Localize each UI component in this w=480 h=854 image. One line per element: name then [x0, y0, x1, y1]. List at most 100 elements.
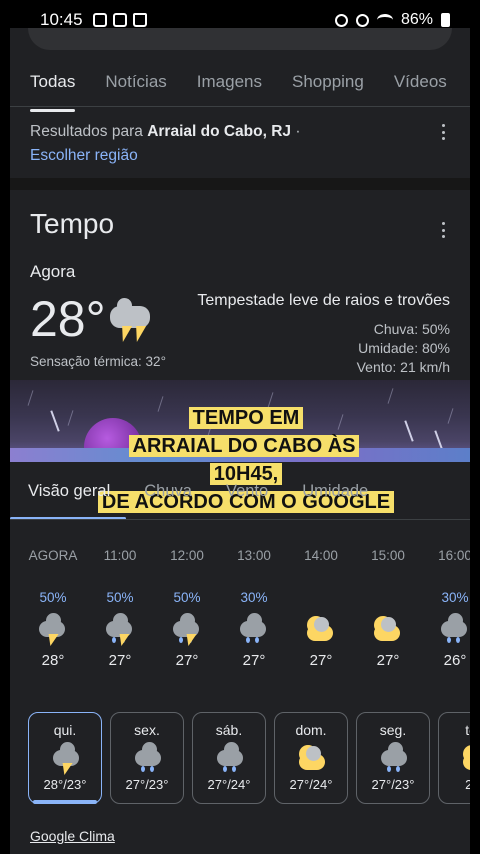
tab-overview[interactable]: Visão geral: [10, 476, 127, 520]
weather-title: Tempo: [30, 208, 115, 239]
search-box[interactable]: [28, 28, 452, 50]
partly-cloudy-icon: [305, 616, 337, 648]
region-suffix: ·: [291, 123, 301, 140]
hour-temp: 27°: [108, 652, 132, 669]
day-label: sex.: [134, 722, 160, 738]
tab-news[interactable]: Notícias: [105, 66, 166, 106]
hour-label: AGORA: [28, 548, 78, 563]
divider: [10, 106, 470, 107]
partly-cloudy-icon: [372, 616, 404, 648]
tab-shopping[interactable]: Shopping: [292, 66, 364, 106]
hourly-item: 12:00 50% 27°: [154, 548, 220, 669]
mute-icon: [355, 13, 369, 27]
precip-chance: 30%: [441, 590, 469, 605]
search-tabs: Todas Notícias Imagens Shopping Vídeos: [10, 66, 470, 112]
day-label: seg.: [379, 722, 407, 738]
weather-more-options-icon[interactable]: [441, 222, 445, 238]
status-time: 10:45: [40, 10, 83, 29]
day-label: sáb.: [215, 722, 243, 738]
day-temps: 27°/24°: [207, 777, 251, 792]
app-notification-icon: [92, 13, 107, 27]
rain-chance: Chuva: 50%: [373, 321, 450, 337]
region-place: Arraial do Cabo, RJ: [147, 123, 292, 140]
day-temps: 27°/24°: [289, 777, 333, 792]
day-card[interactable]: sex. 27°/23°: [110, 712, 184, 804]
hour-temp: 26°: [443, 652, 467, 669]
thunderstorm-icon: [51, 742, 79, 775]
wind: Vento: 21 km/h: [356, 359, 450, 375]
rain-icon: [439, 613, 470, 648]
wifi-icon: [376, 14, 393, 26]
change-region-link[interactable]: Escolher região: [30, 147, 138, 164]
hour-temp: 27°: [376, 652, 400, 669]
rain-icon: [133, 742, 161, 773]
thunderstorm-icon: [106, 296, 154, 344]
hour-label: 15:00: [371, 548, 405, 563]
current-temperature: 28°: [30, 291, 106, 347]
hourly-item: 15:00 27°: [355, 548, 421, 669]
weather-condition: Tempestade leve de raios e trovões: [197, 292, 450, 309]
weather-now-label: Agora: [30, 262, 76, 281]
precip-chance: 50%: [106, 590, 134, 605]
more-options-icon[interactable]: [441, 124, 445, 140]
hourly-item: 16:00 30% 26°: [422, 548, 470, 669]
hour-temp: 27°: [242, 652, 266, 669]
hourly-item: 14:00 27°: [288, 548, 354, 669]
google-weather-link[interactable]: Google Clima: [30, 828, 115, 844]
day-temps: 28°/23°: [43, 777, 87, 792]
day-temps: 27°/23°: [371, 777, 415, 792]
day-label: dom.: [295, 722, 327, 738]
feels-like: Sensação térmica: 32°: [30, 354, 166, 369]
precip-chance: 30%: [240, 590, 268, 605]
alarm-icon: [334, 13, 348, 27]
day-temps: 27°/23°: [125, 777, 169, 792]
app-notification-icon: [112, 13, 127, 27]
hourly-forecast: AGORA 50% 28° 11:00 50% 27° 12:00 50% 27…: [20, 548, 470, 678]
partly-cloudy-icon: [461, 745, 470, 773]
rain-thunder-icon: [104, 613, 136, 648]
tab-all[interactable]: Todas: [30, 66, 76, 112]
weather-tabs: Visão geral Chuva Vento Umidade: [10, 476, 470, 520]
day-card[interactable]: sáb. 27°/24°: [192, 712, 266, 804]
tab-wind[interactable]: Vento: [208, 476, 284, 520]
hour-label: 11:00: [103, 548, 137, 563]
rain-icon: [379, 742, 407, 773]
hour-label: 13:00: [237, 548, 271, 563]
caption-line: TEMPO EM: [188, 407, 304, 429]
day-card[interactable]: ter. 27°: [438, 712, 470, 804]
region-prefix: Resultados para: [30, 123, 148, 140]
lock-icon: [132, 13, 147, 27]
hour-label: 16:00: [438, 548, 470, 563]
search-results-page: Todas Notícias Imagens Shopping Vídeos R…: [10, 28, 470, 854]
hour-temp: 27°: [175, 652, 199, 669]
day-card[interactable]: seg. 27°/23°: [356, 712, 430, 804]
hour-temp: 27°: [309, 652, 333, 669]
region-info: Resultados para Arraial do Cabo, RJ · Es…: [30, 120, 301, 168]
tab-videos[interactable]: Vídeos: [394, 66, 447, 106]
partly-cloudy-icon: [297, 745, 325, 773]
precip-chance: 50%: [39, 590, 67, 605]
tab-rain[interactable]: Chuva: [126, 476, 208, 520]
daily-forecast: qui. 28°/23° sex. 27°/23° sáb. 27°/24° d…: [28, 712, 470, 806]
day-card[interactable]: dom. 27°/24°: [274, 712, 348, 804]
tab-images[interactable]: Imagens: [197, 66, 262, 106]
rain-icon: [215, 742, 243, 773]
divider: [10, 519, 470, 520]
precip-chance: 50%: [173, 590, 201, 605]
tab-humidity[interactable]: Umidade: [284, 476, 384, 520]
rain-icon: [238, 613, 270, 648]
battery-percent: 86%: [400, 11, 433, 28]
battery-icon: [441, 13, 450, 27]
precip-chance: [355, 590, 421, 610]
hour-label: 12:00: [170, 548, 204, 563]
hourly-item: AGORA 50% 28°: [20, 548, 86, 669]
humidity: Umidade: 80%: [358, 340, 450, 356]
day-label: ter.: [465, 722, 470, 738]
hourly-item: 11:00 50% 27°: [87, 548, 153, 669]
rain-thunder-icon: [171, 613, 203, 648]
precip-chance: [288, 590, 354, 610]
section-gap: [10, 178, 470, 190]
thunderstorm-icon: [37, 613, 69, 648]
day-card[interactable]: qui. 28°/23°: [28, 712, 102, 804]
weather-details: Chuva: 50% Umidade: 80% Vento: 21 km/h: [357, 320, 450, 377]
